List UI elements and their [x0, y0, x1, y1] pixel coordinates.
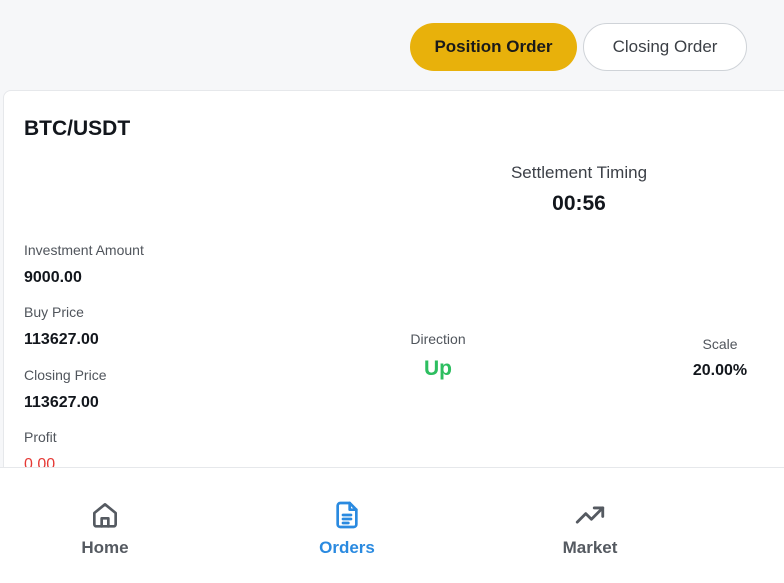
- bottom-navigation: Home Orders Market: [0, 467, 784, 583]
- trading-pair: BTC/USDT: [24, 117, 131, 140]
- nav-item-orders[interactable]: Orders: [287, 498, 407, 558]
- closing-price-label: Closing Price: [24, 367, 107, 383]
- closing-order-tab[interactable]: Closing Order: [583, 23, 747, 71]
- settlement-timing-value: 00:56: [552, 192, 606, 215]
- settlement-timing-label: Settlement Timing: [510, 163, 648, 182]
- investment-amount-value: 9000.00: [24, 269, 82, 286]
- nav-item-home[interactable]: Home: [45, 498, 165, 558]
- investment-amount-label: Investment Amount: [24, 242, 144, 258]
- nav-label-orders: Orders: [319, 538, 375, 557]
- nav-item-market[interactable]: Market: [530, 498, 650, 558]
- order-tabs: Position Order Closing Order: [410, 23, 747, 71]
- direction-label: Direction: [410, 331, 466, 347]
- document-icon: [330, 498, 364, 532]
- scale-label: Scale: [702, 336, 738, 352]
- home-icon: [88, 498, 122, 532]
- nav-label-market: Market: [562, 538, 618, 557]
- direction-value: Up: [424, 357, 452, 380]
- closing-price-value: 113627.00: [24, 394, 99, 411]
- buy-price-value: 113627.00: [24, 331, 99, 348]
- position-order-tab[interactable]: Position Order: [410, 23, 577, 71]
- trending-up-icon: [573, 498, 607, 532]
- scale-value: 20.00%: [692, 362, 748, 379]
- buy-price-label: Buy Price: [24, 304, 84, 320]
- nav-label-home: Home: [81, 538, 129, 557]
- profit-label: Profit: [24, 429, 57, 445]
- order-card[interactable]: BTC/USDT Settlement Timing 00:56 Investm…: [3, 90, 784, 480]
